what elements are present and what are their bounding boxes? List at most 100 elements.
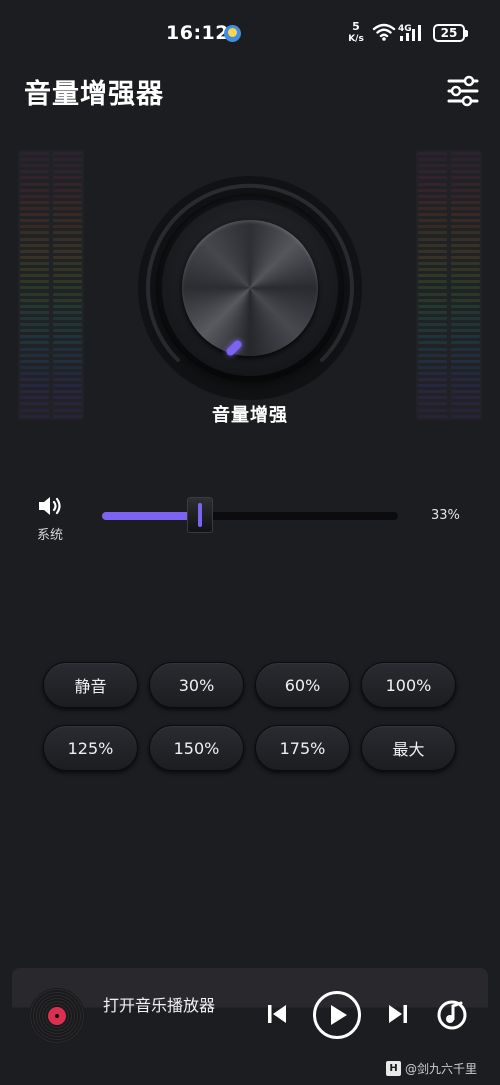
vu-meter-segment xyxy=(53,237,82,241)
system-volume-label: 系统 xyxy=(37,528,64,543)
preset-mute-button[interactable]: 静音 xyxy=(43,662,138,708)
vu-meter-segment xyxy=(53,384,82,388)
preset-175-button[interactable]: 175% xyxy=(255,725,350,771)
vu-meter-segment xyxy=(20,292,49,296)
vu-meter-segment xyxy=(53,194,82,198)
vu-meter-segment xyxy=(20,200,49,204)
vu-meter-segment xyxy=(418,219,447,223)
vu-meter-segment xyxy=(418,384,447,388)
vu-meter-segment xyxy=(53,231,82,235)
vu-meter-segment xyxy=(418,206,447,210)
vu-meter-segment xyxy=(451,274,480,278)
preset-125-button[interactable]: 125% xyxy=(43,725,138,771)
vu-meter-segment xyxy=(451,213,480,217)
play-icon[interactable] xyxy=(312,990,362,1040)
vu-meter-segment xyxy=(53,396,82,400)
vu-meter-segment xyxy=(418,237,447,241)
vu-meter-segment xyxy=(20,384,49,388)
vu-meter-segment xyxy=(451,298,480,302)
vu-meter-segment xyxy=(451,158,480,162)
vu-meter-segment xyxy=(451,292,480,296)
vu-meter-segment xyxy=(451,188,480,192)
vu-meter-segment xyxy=(53,286,82,290)
vu-meter-segment xyxy=(451,200,480,204)
vu-meter-column xyxy=(451,152,480,418)
sliders-icon[interactable] xyxy=(446,74,480,108)
vu-meter-segment xyxy=(20,158,49,162)
preset-30-button[interactable]: 30% xyxy=(149,662,244,708)
vu-meter-segment xyxy=(418,280,447,284)
vu-meter-segment xyxy=(20,371,49,375)
vu-meter-segment xyxy=(53,353,82,357)
vu-meter-column xyxy=(418,152,447,418)
vu-meter-segment xyxy=(20,249,49,253)
vu-meter-segment xyxy=(53,255,82,259)
vu-meter-segment xyxy=(418,353,447,357)
slider-thumb[interactable] xyxy=(186,497,213,533)
vu-meter-segment xyxy=(418,335,447,339)
preset-60-button[interactable]: 60% xyxy=(255,662,350,708)
vu-meter-segment xyxy=(53,200,82,204)
vu-meter-segment xyxy=(451,249,480,253)
page-title: 音量增强器 xyxy=(24,79,164,110)
vu-meter-segment xyxy=(451,255,480,259)
vu-meter-segment xyxy=(20,396,49,400)
vu-meter-segment xyxy=(53,170,82,174)
preset-grid: 静音 30% 60% 100% 125% 150% 175% 最大 xyxy=(43,662,457,771)
vu-meter-segment xyxy=(418,255,447,259)
volume-boost-knob[interactable] xyxy=(138,176,362,400)
vu-meter-segment xyxy=(53,152,82,155)
vu-meter-segment xyxy=(451,176,480,180)
vu-meter-segment xyxy=(53,243,82,247)
vu-meter-segment xyxy=(451,353,480,357)
knob-label: 音量增强 xyxy=(212,405,288,426)
vu-meter-segment xyxy=(53,390,82,394)
preset-100-button[interactable]: 100% xyxy=(361,662,456,708)
vu-meter-segment xyxy=(451,164,480,168)
vu-meter-segment xyxy=(20,188,49,192)
vu-meter-segment xyxy=(20,347,49,351)
speaker-icon[interactable] xyxy=(37,494,65,518)
knob-body[interactable] xyxy=(162,200,338,376)
next-icon[interactable] xyxy=(387,1002,409,1026)
status-bar: 16:12 5 K/s 4G 25 xyxy=(0,0,500,64)
vu-meter-segment xyxy=(20,390,49,394)
vu-meter-segment xyxy=(53,280,82,284)
vu-meter-segment xyxy=(53,176,82,180)
vu-meter-segment xyxy=(451,194,480,198)
vu-meter-segment xyxy=(418,396,447,400)
vu-meter-segment xyxy=(418,261,447,265)
vu-meter-segment xyxy=(418,164,447,168)
preset-150-button[interactable]: 150% xyxy=(149,725,244,771)
vu-meter-segment xyxy=(20,170,49,174)
vu-meter-segment xyxy=(451,347,480,351)
vu-meter-segment xyxy=(53,206,82,210)
previous-icon[interactable] xyxy=(266,1002,288,1026)
music-player-bar[interactable]: 打开音乐播放器 xyxy=(12,968,488,1062)
system-volume-slider[interactable] xyxy=(102,497,398,533)
vu-meter-segment xyxy=(451,237,480,241)
vu-meter-segment xyxy=(20,335,49,339)
vu-meter-segment xyxy=(53,219,82,223)
music-note-icon[interactable] xyxy=(436,999,468,1031)
vu-meter-segment xyxy=(53,213,82,217)
vu-meter-segment xyxy=(418,249,447,253)
vu-meter-segment xyxy=(20,152,49,155)
vu-meter-segment xyxy=(418,341,447,345)
vu-meter-segment xyxy=(418,274,447,278)
vu-meter-segment xyxy=(418,292,447,296)
vu-meter-segment xyxy=(451,390,480,394)
vu-meter-segment xyxy=(418,213,447,217)
network-speed-unit: K/s xyxy=(348,34,364,44)
vu-meter-segment xyxy=(20,194,49,198)
wifi-icon xyxy=(372,23,396,41)
open-music-player-label[interactable]: 打开音乐播放器 xyxy=(103,992,215,1016)
vu-meter-segment xyxy=(451,261,480,265)
vu-meter-segment xyxy=(53,182,82,186)
vu-meter-segment xyxy=(418,365,447,369)
vu-meter-segment xyxy=(418,390,447,394)
vu-meter-segment xyxy=(20,353,49,357)
vu-meter-segment xyxy=(53,298,82,302)
vu-meter-segment xyxy=(451,304,480,308)
preset-max-button[interactable]: 最大 xyxy=(361,725,456,771)
